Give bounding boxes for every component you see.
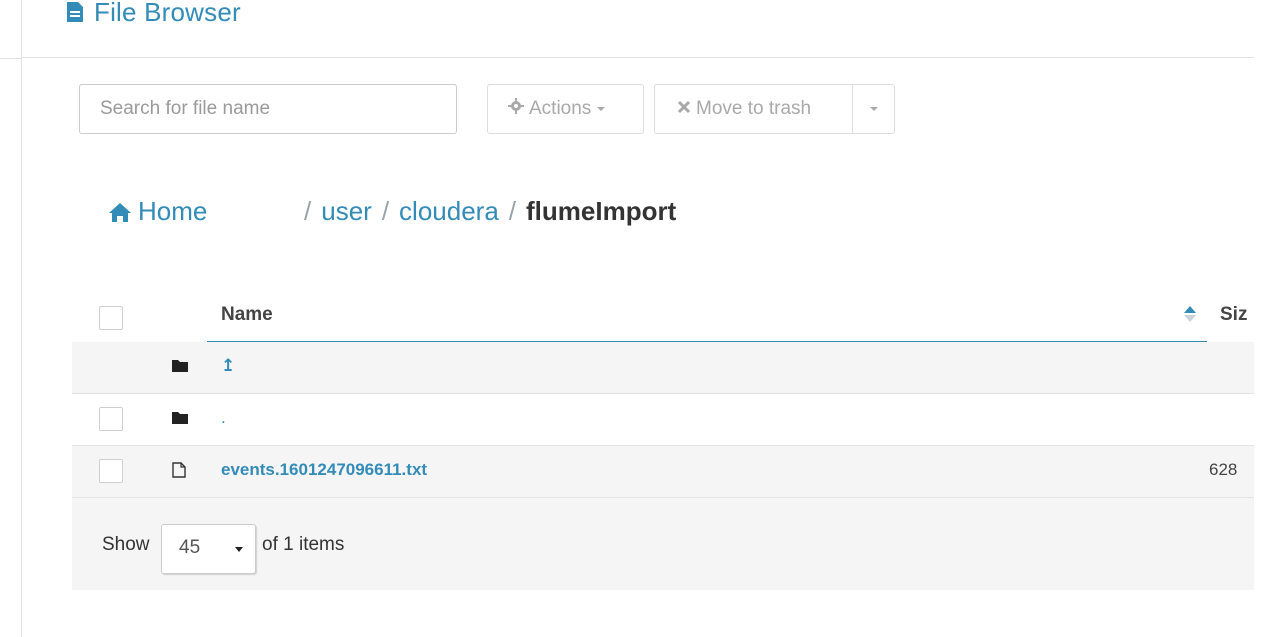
file-name-link[interactable]: events.1601247096611.txt bbox=[221, 460, 427, 480]
left-panel-border bbox=[21, 0, 22, 637]
items-count-label: of 1 items bbox=[262, 534, 345, 555]
home-icon bbox=[109, 202, 131, 222]
file-icon bbox=[172, 462, 186, 483]
folder-icon bbox=[172, 410, 188, 429]
show-label: Show bbox=[102, 534, 150, 555]
breadcrumb-separator: / bbox=[304, 196, 312, 226]
page-title: File Browser bbox=[94, 0, 241, 27]
breadcrumb-home[interactable]: Home bbox=[108, 196, 207, 227]
breadcrumb-separator: / bbox=[508, 196, 517, 226]
table-row[interactable]: ↥ bbox=[72, 342, 1254, 394]
current-directory-link[interactable]: . bbox=[221, 408, 226, 428]
select-all-checkbox[interactable] bbox=[99, 306, 123, 330]
folder-icon bbox=[172, 358, 188, 377]
breadcrumb-home-label: Home bbox=[138, 196, 208, 226]
caret-down-icon bbox=[597, 107, 606, 111]
trash-dropdown-toggle[interactable] bbox=[852, 85, 894, 133]
file-table: Name Siz ↥ . events.1601247096611.txt 62… bbox=[72, 290, 1254, 590]
page-size-value: 45 bbox=[179, 537, 201, 558]
trash-button-group: Move to trash bbox=[654, 84, 895, 134]
breadcrumb: Home / user / cloudera / flumeImport bbox=[0, 196, 900, 236]
file-icon bbox=[67, 2, 83, 22]
page-size-select[interactable]: 45 bbox=[161, 524, 256, 574]
breadcrumb-path: / user / cloudera / flumeImport bbox=[304, 196, 676, 227]
sort-icon[interactable] bbox=[1183, 304, 1197, 324]
move-to-trash-label: Move to trash bbox=[696, 98, 812, 119]
column-header-size[interactable]: Siz bbox=[1220, 304, 1247, 326]
table-header: Name Siz bbox=[72, 290, 1254, 343]
x-icon bbox=[677, 98, 691, 120]
file-size: 628 bbox=[1209, 460, 1238, 479]
breadcrumb-current: flumeImport bbox=[526, 196, 677, 226]
table-row[interactable]: . bbox=[72, 394, 1254, 446]
page-header: File Browser bbox=[66, 0, 241, 32]
column-header-name[interactable]: Name bbox=[221, 304, 273, 326]
breadcrumb-separator: / bbox=[381, 196, 390, 226]
parent-directory-link[interactable]: ↥ bbox=[221, 356, 235, 376]
left-panel-divider bbox=[0, 58, 21, 59]
row-checkbox[interactable] bbox=[99, 407, 123, 431]
pagination-footer: Show 45 of 1 items bbox=[72, 498, 1254, 590]
move-to-trash-button[interactable]: Move to trash bbox=[655, 85, 852, 133]
actions-button[interactable]: Actions bbox=[487, 84, 644, 134]
viewport-edge bbox=[1254, 0, 1264, 637]
gear-icon bbox=[508, 98, 524, 120]
actions-label: Actions bbox=[529, 98, 592, 119]
search-input[interactable] bbox=[79, 84, 457, 134]
table-row[interactable]: events.1601247096611.txt 628 bbox=[72, 446, 1254, 498]
caret-down-icon bbox=[869, 107, 878, 111]
row-checkbox[interactable] bbox=[99, 459, 123, 483]
breadcrumb-item-cloudera[interactable]: cloudera bbox=[399, 196, 499, 227]
caret-down-icon bbox=[235, 547, 243, 552]
breadcrumb-item-user[interactable]: user bbox=[321, 196, 372, 227]
header-divider bbox=[22, 57, 1254, 58]
